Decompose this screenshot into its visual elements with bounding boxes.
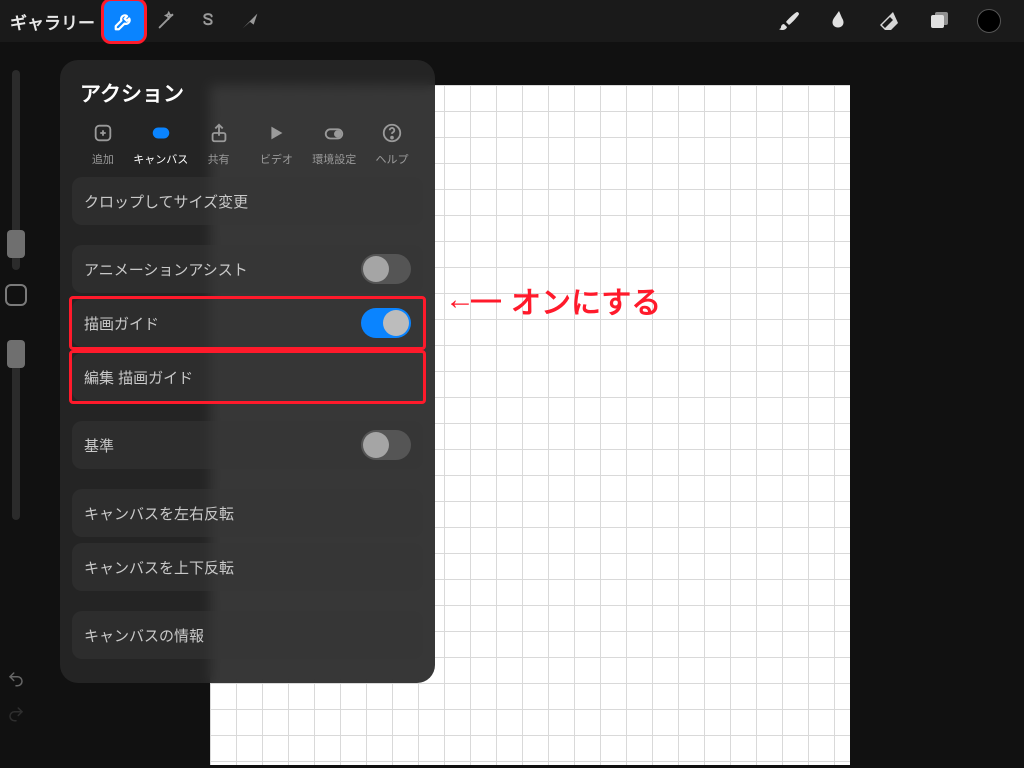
tab-share[interactable]: 共有 (190, 120, 248, 167)
actions-popover: アクション 追加 キャンバス 共有 ビデオ 環境設定 ヘルプ クロップしてサイ (60, 60, 435, 683)
tab-help[interactable]: ヘルプ (363, 120, 421, 167)
item-label: キャンバスを上下反転 (84, 557, 234, 578)
toggle-reference[interactable] (361, 430, 411, 460)
selection-s-icon[interactable] (187, 0, 229, 42)
item-label: 描画ガイド (84, 313, 159, 334)
item-edit-drawing-guide[interactable]: 編集 描画ガイド (72, 353, 423, 401)
eraser-icon[interactable] (864, 0, 914, 42)
tab-label: 環境設定 (312, 151, 356, 167)
popover-item-list: クロップしてサイズ変更 アニメーションアシスト 描画ガイド 編集 描画ガイド 基… (60, 177, 435, 659)
transform-arrow-icon[interactable] (229, 0, 271, 42)
color-picker-swatch[interactable] (964, 0, 1014, 42)
toggle-drawing-guide[interactable] (361, 308, 411, 338)
item-crop-resize[interactable]: クロップしてサイズ変更 (72, 177, 423, 225)
tab-video[interactable]: ビデオ (247, 120, 305, 167)
tab-label: ヘルプ (376, 151, 409, 167)
item-drawing-guide[interactable]: 描画ガイド (72, 299, 423, 347)
tab-add[interactable]: 追加 (74, 120, 132, 167)
item-label: 基準 (84, 435, 114, 456)
left-sidebar (2, 60, 30, 738)
tab-label: 追加 (92, 151, 114, 167)
tab-label: 共有 (208, 151, 230, 167)
canvas-icon (148, 120, 174, 146)
item-canvas-info[interactable]: キャンバスの情報 (72, 611, 423, 659)
item-label: キャンバスを左右反転 (84, 503, 234, 524)
layers-icon[interactable] (914, 0, 964, 42)
item-flip-vertical[interactable]: キャンバスを上下反転 (72, 543, 423, 591)
tab-prefs[interactable]: 環境設定 (305, 120, 363, 167)
arrow-left-icon: ←― (445, 283, 497, 317)
item-flip-horizontal[interactable]: キャンバスを左右反転 (72, 489, 423, 537)
item-label: クロップしてサイズ変更 (84, 191, 248, 212)
top-toolbar: ギャラリー (0, 0, 1024, 42)
actions-wrench-icon[interactable] (103, 0, 145, 42)
item-reference[interactable]: 基準 (72, 421, 423, 469)
toggle-icon (321, 120, 347, 146)
brush-opacity-slider[interactable] (12, 340, 20, 520)
redo-icon[interactable] (7, 705, 25, 728)
adjustments-wand-icon[interactable] (145, 0, 187, 42)
brush-icon[interactable] (764, 0, 814, 42)
annotation-callout: ←― オンにする (445, 278, 661, 322)
modify-button[interactable] (5, 284, 27, 306)
tab-label: ビデオ (260, 151, 293, 167)
item-label: アニメーションアシスト (84, 259, 248, 280)
annotation-text: オンにする (511, 278, 661, 322)
gallery-button[interactable]: ギャラリー (10, 9, 95, 34)
brush-size-slider[interactable] (12, 70, 20, 270)
popover-tabs: 追加 キャンバス 共有 ビデオ 環境設定 ヘルプ (60, 120, 435, 177)
popover-title: アクション (60, 74, 435, 120)
toggle-animation-assist[interactable] (361, 254, 411, 284)
share-icon (206, 120, 232, 146)
undo-icon[interactable] (7, 670, 25, 693)
item-label: キャンバスの情報 (84, 625, 204, 646)
item-label: 編集 描画ガイド (84, 367, 193, 388)
item-animation-assist[interactable]: アニメーションアシスト (72, 245, 423, 293)
help-icon (379, 120, 405, 146)
tab-label: キャンバス (133, 151, 188, 167)
add-icon (90, 120, 116, 146)
play-icon (263, 120, 289, 146)
tab-canvas[interactable]: キャンバス (132, 120, 190, 167)
smudge-icon[interactable] (814, 0, 864, 42)
